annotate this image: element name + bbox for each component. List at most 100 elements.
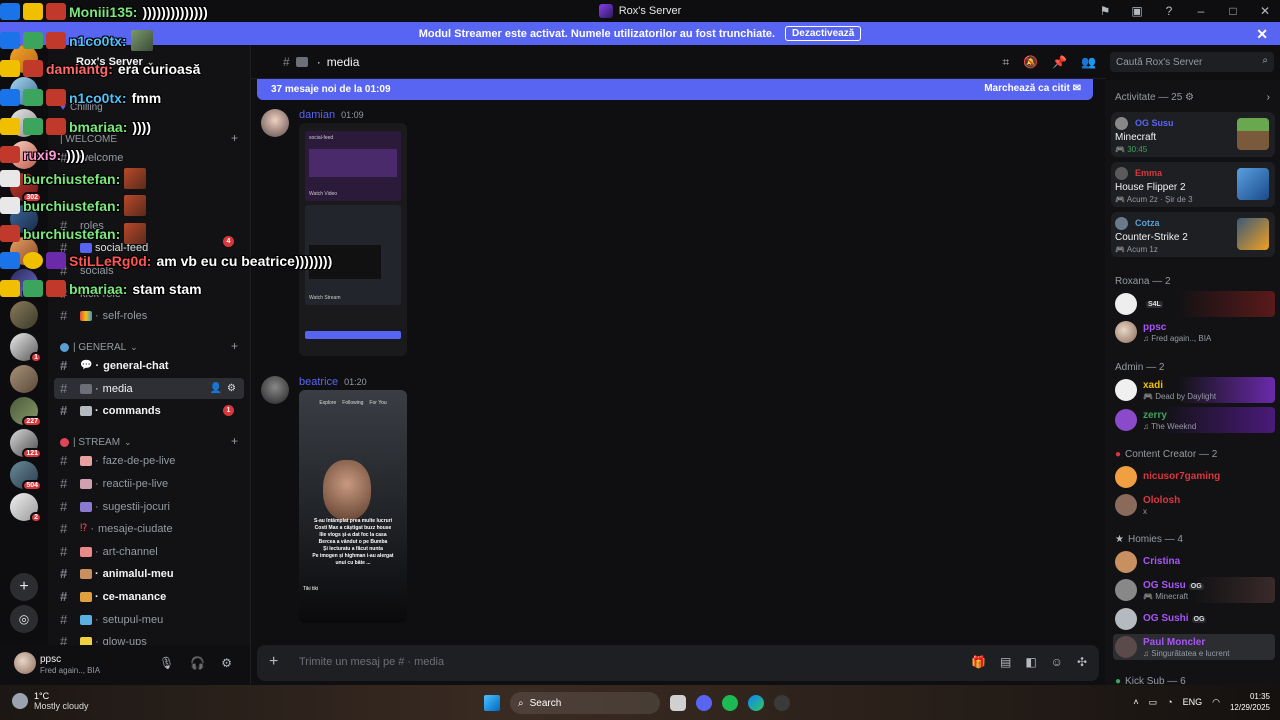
notification-icon[interactable]: 🔕: [1023, 55, 1038, 70]
gear-icon[interactable]: ⚙: [227, 383, 236, 394]
message-author[interactable]: damian 01:09: [299, 109, 364, 121]
wifi-icon[interactable]: ◠: [1212, 697, 1220, 708]
channel-media[interactable]: # · media 👤 ⚙: [54, 378, 244, 399]
file-explorer-icon[interactable]: [670, 695, 686, 711]
headphones-icon[interactable]: 🎧: [190, 656, 205, 670]
category-general[interactable]: | GENERAL ⌄: [60, 339, 138, 355]
members-icon[interactable]: 👥: [1081, 55, 1096, 70]
add-channel-icon[interactable]: +: [231, 131, 238, 145]
volume-icon[interactable]: ◔: [1167, 697, 1172, 707]
server-icon[interactable]: [10, 77, 38, 105]
new-messages-bar[interactable]: 37 mesaje noi de la 01:09 Marchează ca c…: [257, 79, 1093, 100]
search-input[interactable]: Caută Rox's Server ⌕: [1110, 52, 1274, 72]
clock[interactable]: 01:35 12/29/2025: [1230, 691, 1270, 713]
channel-animalul-meu[interactable]: # · animalul-meu: [54, 563, 244, 584]
activity-card[interactable]: Cotza Counter-Strike 2 🎮 Acum 1z: [1111, 212, 1275, 257]
microphone-icon[interactable]: 🎙: [159, 656, 174, 670]
member-item[interactable]: OG Susu OG 🎮 Minecraft: [1113, 577, 1275, 603]
channel-sugestii-jocuri[interactable]: # · sugestii-jocuri: [54, 496, 244, 517]
disable-streamer-button[interactable]: Dezactivează: [785, 26, 862, 41]
inbox-icon[interactable]: ⚑: [1098, 4, 1112, 18]
server-icon[interactable]: [10, 301, 38, 329]
channel-socials[interactable]: # socials: [54, 260, 244, 281]
apps-icon[interactable]: ✣: [1077, 655, 1087, 669]
category-stream[interactable]: | STREAM ⌄: [60, 434, 132, 450]
server-icon[interactable]: 474: [10, 269, 42, 299]
add-channel-icon[interactable]: +: [231, 434, 238, 448]
server-icon[interactable]: 1: [10, 333, 42, 363]
category-welcome[interactable]: | WELCOME: [60, 131, 117, 147]
member-item[interactable]: S4L: [1113, 291, 1275, 317]
server-icon[interactable]: 302: [10, 173, 42, 203]
avatar[interactable]: [261, 109, 289, 137]
server-icon[interactable]: [10, 205, 38, 233]
channel-roles[interactable]: # roles: [54, 215, 244, 236]
member-item[interactable]: nicusor7gaming: [1113, 464, 1275, 490]
server-icon[interactable]: 121: [10, 429, 42, 459]
message-input[interactable]: Trimite un mesaj pe # · media: [299, 656, 444, 668]
spotify-icon[interactable]: [722, 695, 738, 711]
activity-card[interactable]: OG Susu Minecraft 🎮 30:45: [1111, 112, 1275, 157]
channel-art-channel[interactable]: # · art-channel: [54, 541, 244, 562]
server-icon[interactable]: 504: [10, 461, 42, 491]
obs-icon[interactable]: [774, 695, 790, 711]
message-composer[interactable]: + Trimite un mesaj pe # · media 🎁 ▤ ◧ ☺ …: [257, 645, 1099, 681]
screen-icon[interactable]: ▣: [1130, 4, 1144, 18]
member-item[interactable]: Paul Moncler ♫ Singurătatea e lucrent: [1113, 634, 1275, 660]
close-banner-icon[interactable]: ✕: [1256, 26, 1268, 43]
maximize-icon[interactable]: □: [1226, 4, 1240, 18]
help-icon[interactable]: ?: [1162, 4, 1176, 18]
server-icon[interactable]: 2: [10, 493, 42, 523]
avatar[interactable]: [261, 376, 289, 404]
image-attachment[interactable]: social-feed Watch Video Watch Stream: [299, 123, 407, 356]
chevron-up-icon[interactable]: ˄: [1133, 697, 1138, 707]
windows-start-icon[interactable]: [484, 695, 500, 711]
member-item[interactable]: ppsc ♫ Fred again.., BIA: [1113, 319, 1275, 345]
add-attachment-icon[interactable]: +: [269, 653, 278, 671]
channel-glow-ups[interactable]: # · glow-ups: [54, 631, 244, 645]
minimize-icon[interactable]: –: [1194, 4, 1208, 18]
discover-icon[interactable]: ◎: [10, 605, 38, 633]
threads-icon[interactable]: ⌗: [1002, 55, 1009, 70]
chevron-right-icon[interactable]: ›: [1267, 92, 1270, 103]
close-icon[interactable]: ✕: [1258, 4, 1272, 18]
gif-icon[interactable]: ▤: [1000, 655, 1011, 669]
channel-setupul-meu[interactable]: # · setupul-meu: [54, 609, 244, 630]
member-item[interactable]: zerry ♫ The Weeknd: [1113, 407, 1275, 433]
weather-widget[interactable]: 1°C Mostly cloudy: [12, 691, 89, 711]
language-indicator[interactable]: ENG: [1183, 697, 1203, 707]
invite-icon[interactable]: 👤: [210, 383, 222, 394]
add-channel-icon[interactable]: +: [231, 339, 238, 353]
server-icon[interactable]: [10, 365, 38, 393]
member-item[interactable]: OG Sushi OG: [1113, 606, 1275, 632]
channel-welcome[interactable]: # welcome: [54, 147, 244, 168]
chilling-item[interactable]: ♥ Chilling: [54, 97, 244, 118]
server-icon[interactable]: 227: [10, 397, 42, 427]
pin-icon[interactable]: 📌: [1052, 55, 1067, 70]
emoji-icon[interactable]: ☺: [1051, 655, 1063, 669]
network-icon[interactable]: ▭: [1149, 697, 1158, 708]
gear-icon[interactable]: ⚙: [221, 656, 232, 670]
server-header[interactable]: Rox's Server ⌄: [48, 45, 250, 79]
channel-commands[interactable]: # · commands 1: [54, 400, 244, 421]
mark-read-button[interactable]: Marchează ca citit ✉: [984, 83, 1081, 94]
server-icon[interactable]: [10, 141, 38, 169]
tiktok-video-attachment[interactable]: Explore Following For You S-au întâmplat…: [299, 390, 407, 623]
channel-mesaje-ciudate[interactable]: # ⁉ · mesaje-ciudate: [54, 518, 244, 539]
member-item[interactable]: Cristina: [1113, 549, 1275, 575]
avatar[interactable]: [14, 652, 36, 674]
message-author[interactable]: beatrice 01:20: [299, 376, 367, 388]
channel-self-roles[interactable]: # · self-roles: [54, 305, 244, 326]
member-item[interactable]: xadi 🎮 Dead by Daylight: [1113, 377, 1275, 403]
gift-icon[interactable]: 🎁: [971, 655, 986, 669]
edge-icon[interactable]: [748, 695, 764, 711]
server-icon[interactable]: 60: [10, 237, 42, 267]
discord-icon[interactable]: [696, 695, 712, 711]
channel-reactii-pe-live[interactable]: # · reactii-pe-live: [54, 473, 244, 494]
channel-ce-manance[interactable]: # · ce-manance: [54, 586, 244, 607]
channel-general-chat[interactable]: # 💬 · general-chat: [54, 355, 244, 376]
sticker-icon[interactable]: ◧: [1025, 655, 1036, 669]
member-item[interactable]: Ololosh x: [1113, 492, 1275, 518]
channel-faze-de-pe-live[interactable]: # · faze-de-pe-live: [54, 450, 244, 471]
channel-social-feed[interactable]: # social-feed 4: [54, 236, 244, 258]
